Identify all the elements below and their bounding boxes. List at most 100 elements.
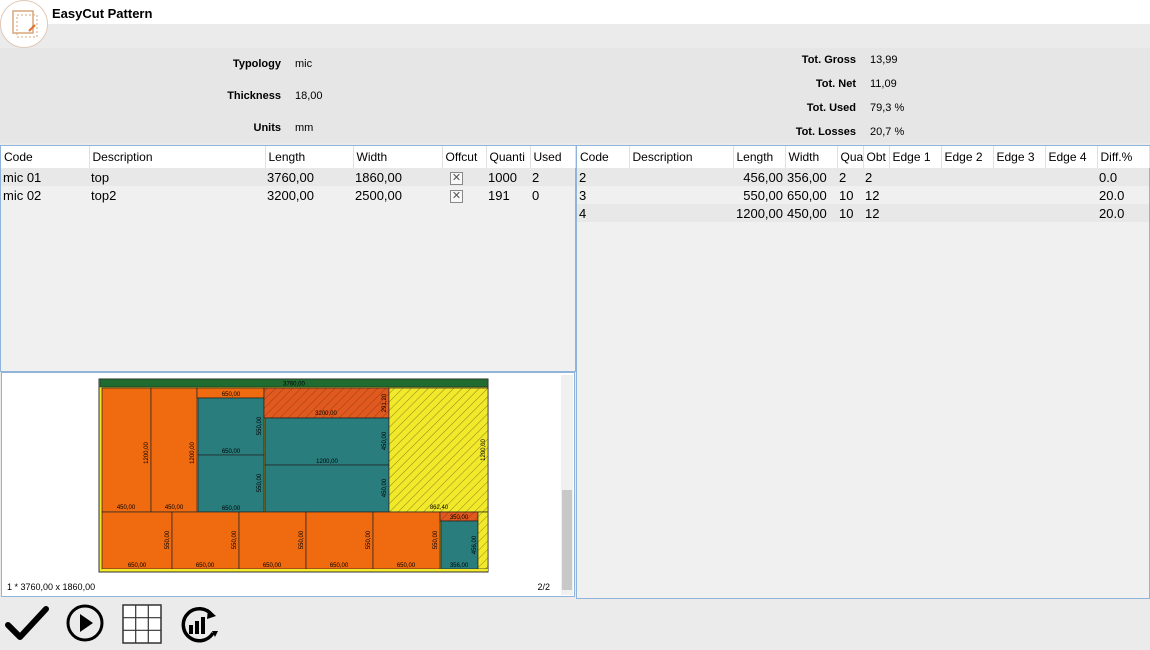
parts-header-edge1[interactable]: Edge 1 — [889, 146, 942, 168]
cell-edge3 — [993, 168, 1045, 186]
grid-icon — [122, 604, 162, 644]
cell-length: 3760,00 — [265, 168, 353, 186]
info-panel: Typology mic Thickness 18,00 Units mm To… — [0, 48, 1150, 143]
parts-header-quantity[interactable]: Qua — [837, 146, 864, 168]
sheets-header-quantity[interactable]: Quanti — [486, 146, 531, 168]
cell-description: top — [89, 168, 265, 186]
table-row[interactable]: 2 456,00 356,00 2 2 0.0 — [577, 168, 1149, 186]
cell-code: mic 02 — [1, 186, 89, 204]
run-button[interactable] — [65, 603, 107, 645]
cutting-layout: 3760,00 450,00 450,00 1200,00 1200,00 65… — [98, 378, 489, 573]
label-c6: 862,40 — [430, 505, 449, 511]
cell-width: 2500,00 — [353, 186, 442, 204]
net-label: Tot. Net — [815, 78, 856, 90]
typology-value: mic — [295, 58, 313, 70]
svg-text:650,00: 650,00 — [263, 563, 282, 569]
parts-header-code[interactable]: Code — [577, 146, 630, 168]
svg-text:550,00: 550,00 — [232, 530, 238, 549]
cell-obtained: 12 — [863, 204, 889, 222]
parts-header-edge2[interactable]: Edge 2 — [941, 146, 994, 168]
svg-text:450,00: 450,00 — [382, 478, 388, 497]
units-value: mm — [295, 122, 314, 134]
bottom-toolbar — [0, 600, 1150, 645]
cell-quantity: 191 — [486, 186, 530, 204]
offcut-checkbox[interactable]: ✕ — [450, 172, 463, 185]
cell-width: 1860,00 — [353, 168, 442, 186]
sheets-table: Code Description Length Width Offcut Qua… — [1, 146, 576, 204]
cell-length: 3200,00 — [265, 186, 353, 204]
svg-text:650,00: 650,00 — [397, 563, 416, 569]
cell-description — [629, 186, 733, 204]
label-c2: 1200,00 — [316, 459, 338, 465]
used-value: 79,3 % — [870, 102, 905, 114]
sheets-header-width[interactable]: Width — [353, 146, 443, 168]
sheet-info: 1 * 3760,00 x 1860,00 — [7, 582, 96, 592]
cell-code: 4 — [577, 204, 629, 222]
cell-length: 456,00 — [733, 168, 785, 186]
gross-value: 13,99 — [870, 54, 898, 66]
label-c7: 350,00 — [450, 515, 469, 521]
grid-button[interactable] — [121, 603, 163, 645]
cell-width: 356,00 — [785, 168, 837, 186]
check-icon — [5, 606, 49, 640]
table-row[interactable]: 3 550,00 650,00 10 12 20.0 — [577, 186, 1149, 204]
table-row[interactable]: mic 02 top2 3200,00 2500,00 ✕ 191 0 — [1, 186, 575, 204]
cell-offcut: ✕ — [442, 186, 486, 204]
optimize-button[interactable] — [178, 603, 220, 645]
svg-text:450,00: 450,00 — [165, 505, 184, 511]
play-icon — [66, 604, 104, 642]
cell-edge1 — [889, 186, 941, 204]
label-top: 3760,00 — [283, 382, 305, 388]
parts-header-description[interactable]: Description — [629, 146, 734, 168]
page-indicator: 2/2 — [537, 582, 550, 592]
cell-code: 3 — [577, 186, 629, 204]
label-c10: 3200,00 — [315, 411, 337, 417]
app-logo — [0, 0, 48, 48]
cell-quantity: 10 — [837, 204, 863, 222]
scrollbar-thumb[interactable] — [562, 490, 572, 590]
parts-header-length[interactable]: Length — [733, 146, 786, 168]
sheets-header-code[interactable]: Code — [1, 146, 90, 168]
svg-text:650,00: 650,00 — [196, 563, 215, 569]
cell-obtained: 2 — [863, 168, 889, 186]
net-value: 11,09 — [870, 78, 897, 90]
cell-code: mic 01 — [1, 168, 89, 186]
thickness-label: Thickness — [227, 90, 281, 102]
cell-obtained: 12 — [863, 186, 889, 204]
svg-text:450,00: 450,00 — [117, 505, 136, 511]
label-c5: 550,00 — [433, 530, 439, 549]
sheets-header-description[interactable]: Description — [89, 146, 266, 168]
cell-diff: 20.0 — [1097, 186, 1149, 204]
parts-header-edge3[interactable]: Edge 3 — [993, 146, 1046, 168]
table-row[interactable]: 4 1200,00 450,00 10 12 20.0 — [577, 204, 1149, 222]
units-label: Units — [253, 122, 282, 134]
cell-used: 2 — [530, 168, 575, 186]
table-row[interactable]: mic 01 top 3760,00 1860,00 ✕ 1000 2 — [1, 168, 575, 186]
sheets-header-length[interactable]: Length — [265, 146, 354, 168]
typology-label: Typology — [232, 58, 281, 70]
cutting-preview[interactable]: 3760,00 450,00 450,00 1200,00 1200,00 65… — [1, 372, 575, 597]
parts-header-edge4[interactable]: Edge 4 — [1045, 146, 1098, 168]
svg-text:550,00: 550,00 — [366, 530, 372, 549]
used-label: Tot. Used — [806, 102, 856, 114]
parts-header-diff[interactable]: Diff.% — [1097, 146, 1150, 168]
cell-edge2 — [941, 186, 993, 204]
parts-header-obtained[interactable]: Obt — [863, 146, 890, 168]
sheets-header-used[interactable]: Used — [530, 146, 576, 168]
cell-diff: 0.0 — [1097, 168, 1149, 186]
cell-width: 450,00 — [785, 204, 837, 222]
label-c9: 356,00 — [450, 563, 469, 569]
cell-quantity: 2 — [837, 168, 863, 186]
cell-description — [629, 204, 733, 222]
cell-offcut: ✕ — [442, 168, 486, 186]
cell-edge1 — [889, 204, 941, 222]
losses-label: Tot. Losses — [795, 126, 856, 138]
cell-description — [629, 168, 733, 186]
offcut-checkbox[interactable]: ✕ — [450, 190, 463, 203]
label-c4: 650,00 — [330, 563, 349, 569]
parts-header-width[interactable]: Width — [785, 146, 838, 168]
preview-scrollbar[interactable] — [561, 375, 573, 595]
sheets-header-offcut[interactable]: Offcut — [442, 146, 487, 168]
confirm-button[interactable] — [5, 603, 49, 645]
cell-diff: 20.0 — [1097, 204, 1149, 222]
